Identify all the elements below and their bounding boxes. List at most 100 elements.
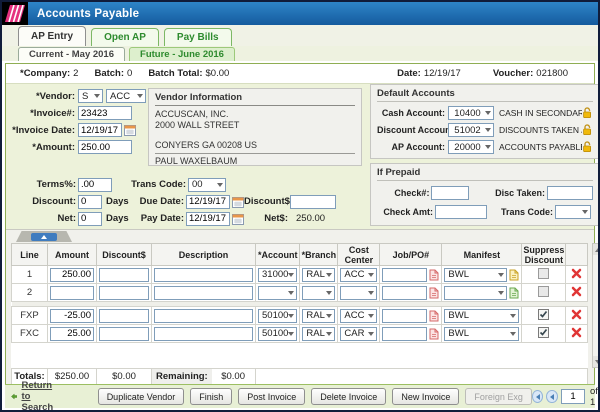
grid-collapse-handle[interactable] <box>16 231 72 242</box>
green-document-icon[interactable] <box>509 287 519 299</box>
row-cost-center-select[interactable]: ACC <box>340 268 377 282</box>
scroll-down-arrow[interactable] <box>593 356 600 367</box>
page-number-input[interactable] <box>561 389 585 404</box>
row-description-input[interactable] <box>154 286 253 300</box>
row-cost-center-select[interactable] <box>340 286 377 300</box>
vendor-code-value: ACC <box>110 91 130 102</box>
vendor-type-select[interactable]: S <box>78 89 103 103</box>
row-job-po-input[interactable] <box>382 286 427 300</box>
row-branch-select[interactable]: RAL <box>302 327 335 341</box>
red-document-icon[interactable] <box>429 310 439 322</box>
cash-account-desc: CASH IN SECONDARY BA <box>499 108 582 118</box>
calendar-icon[interactable] <box>232 196 244 208</box>
row-branch-select[interactable]: RAL <box>302 268 335 282</box>
post-invoice-button[interactable]: Post Invoice <box>238 388 305 405</box>
invoice-number-input[interactable] <box>78 106 132 120</box>
calendar-icon[interactable] <box>124 124 136 136</box>
row-job-po-input[interactable] <box>382 309 427 323</box>
app-window: Accounts Payable AP Entry Open AP Pay Bi… <box>0 0 600 412</box>
row-account-select[interactable]: 50100 <box>258 309 297 323</box>
row-amount-input[interactable] <box>50 268 94 282</box>
delete-row-button[interactable] <box>571 286 582 297</box>
trans-code-select[interactable]: 00 <box>188 178 226 192</box>
row-job-po-input[interactable] <box>382 268 427 282</box>
prev-page-button[interactable] <box>546 390 558 403</box>
grid-scrollbar[interactable] <box>592 243 600 368</box>
terms-pct-input[interactable] <box>78 178 112 192</box>
vendor-name: ACCUSCAN, INC. <box>155 109 355 120</box>
delete-invoice-button[interactable]: Delete Invoice <box>311 388 386 405</box>
suppress-discount-checkbox[interactable] <box>538 286 549 297</box>
collapse-button[interactable] <box>31 233 57 241</box>
suppress-discount-checkbox[interactable] <box>538 309 549 320</box>
red-document-icon[interactable] <box>429 269 439 281</box>
row-account-select[interactable]: 31000 <box>258 268 297 282</box>
row-discount-input[interactable] <box>99 286 149 300</box>
row-description-input[interactable] <box>154 309 253 323</box>
tab-open-ap[interactable]: Open AP <box>91 28 159 46</box>
subtab-future-period[interactable]: Future - June 2016 <box>129 47 235 61</box>
cash-account-row: Cash Account: 10400 CASH IN SECONDARY BA <box>377 105 593 121</box>
suppress-discount-checkbox[interactable] <box>538 268 549 279</box>
discount-account-select[interactable]: 51002 <box>448 123 494 137</box>
red-document-icon[interactable] <box>429 328 439 340</box>
row-cost-center-select[interactable]: ACC <box>340 309 377 323</box>
first-page-button[interactable] <box>532 390 544 403</box>
chevron-down-icon <box>288 291 294 295</box>
row-discount-input[interactable] <box>99 309 149 323</box>
scroll-up-arrow[interactable] <box>593 244 600 255</box>
batch-total-field: Batch Total:$0.00 <box>148 68 229 79</box>
delete-row-button[interactable] <box>571 309 582 320</box>
row-manifest-select[interactable] <box>444 286 507 300</box>
due-date-input[interactable] <box>186 195 230 209</box>
vendor-code-select[interactable]: ACC <box>106 89 146 103</box>
subtab-current-period[interactable]: Current - May 2016 <box>18 47 125 61</box>
row-branch-select[interactable] <box>302 286 335 300</box>
duplicate-vendor-button[interactable]: Duplicate Vendor <box>98 388 185 405</box>
row-account-select[interactable]: 50100 <box>258 327 297 341</box>
row-manifest-select[interactable]: BWL <box>444 327 519 341</box>
amount-input[interactable] <box>78 140 132 154</box>
disc-taken-input[interactable] <box>547 186 593 200</box>
delete-row-button[interactable] <box>571 327 582 338</box>
check-amt-input[interactable] <box>435 205 487 219</box>
invoice-date-input[interactable] <box>78 123 122 137</box>
vendor-info-panel: Vendor Information ACCUSCAN, INC. 2000 W… <box>148 88 362 166</box>
cash-account-select[interactable]: 10400 <box>448 106 494 120</box>
prepaid-trans-code-select[interactable] <box>555 205 591 219</box>
net-days-input[interactable] <box>78 212 102 226</box>
row-account-select[interactable] <box>258 286 297 300</box>
row-discount-input[interactable] <box>99 327 149 341</box>
row-manifest-select[interactable]: BWL <box>444 268 507 282</box>
discount-amt-input[interactable] <box>290 195 336 209</box>
finish-button[interactable]: Finish <box>190 388 232 405</box>
calendar-icon[interactable] <box>232 213 244 225</box>
delete-row-button[interactable] <box>571 268 582 279</box>
yellow-document-icon[interactable] <box>509 269 519 281</box>
row-manifest-select[interactable]: BWL <box>444 309 519 323</box>
row-description-input[interactable] <box>154 327 253 341</box>
row-amount-input[interactable] <box>50 286 94 300</box>
ap-account-select[interactable]: 20000 <box>448 140 494 154</box>
row-description-input[interactable] <box>154 268 253 282</box>
row-amount-input[interactable] <box>50 309 94 323</box>
row-amount-input[interactable] <box>50 327 94 341</box>
unlock-icon[interactable] <box>582 107 593 119</box>
page-count-label: of 1 <box>590 386 600 408</box>
row-cost-center-select[interactable]: CAR <box>340 327 377 341</box>
unlock-icon[interactable] <box>582 124 593 136</box>
check-number-input[interactable] <box>431 186 469 200</box>
discount-days-input[interactable] <box>78 195 102 209</box>
tab-ap-entry[interactable]: AP Entry <box>18 26 86 46</box>
unlock-icon[interactable] <box>582 141 593 153</box>
suppress-discount-checkbox[interactable] <box>538 327 549 338</box>
return-to-search-link[interactable]: Return to Search <box>11 380 60 412</box>
pay-date-input[interactable] <box>186 212 230 226</box>
red-document-icon[interactable] <box>429 287 439 299</box>
tab-pay-bills[interactable]: Pay Bills <box>164 28 232 46</box>
trans-code-label: Trans Code: <box>112 179 186 190</box>
row-discount-input[interactable] <box>99 268 149 282</box>
row-job-po-input[interactable] <box>382 327 427 341</box>
new-invoice-button[interactable]: New Invoice <box>392 388 459 405</box>
row-branch-select[interactable]: RAL <box>302 309 335 323</box>
